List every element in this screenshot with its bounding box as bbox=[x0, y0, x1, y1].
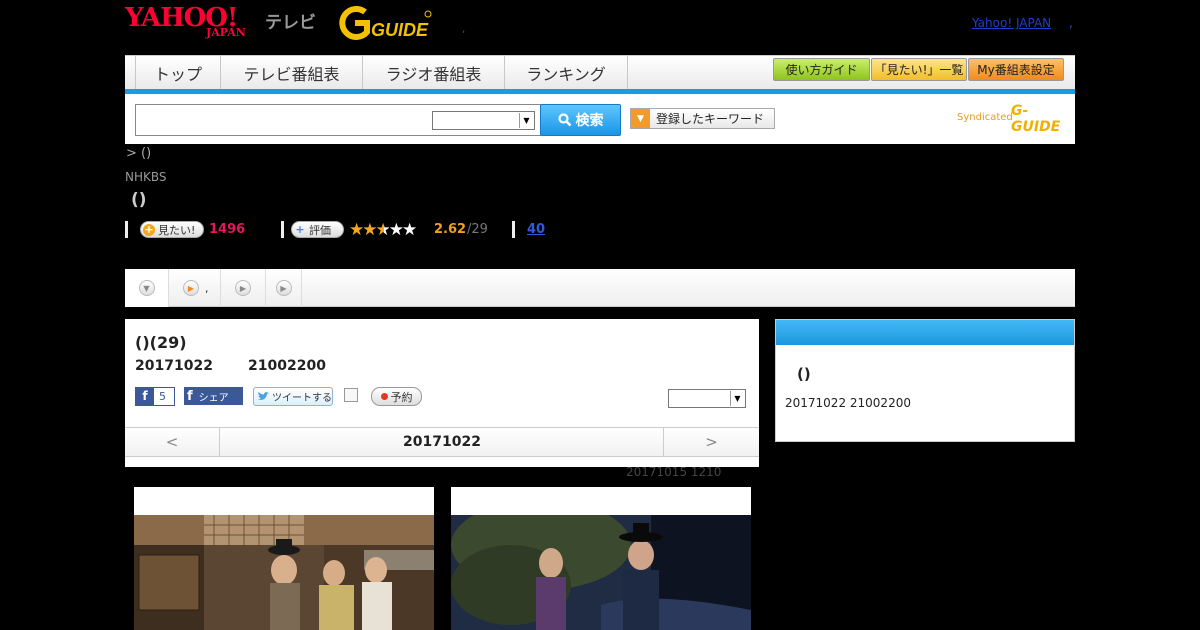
next-date-button[interactable]: > bbox=[663, 428, 759, 456]
episode-title: ()(29) bbox=[135, 333, 187, 352]
mitai-count: 1496 bbox=[209, 222, 246, 237]
search-button-label: 検索 bbox=[575, 113, 604, 129]
star-icon: ★ bbox=[388, 220, 404, 240]
photo-card[interactable] bbox=[134, 487, 434, 630]
yahoo-japan-link[interactable]: Yahoo! JAPAN bbox=[972, 16, 1051, 30]
channel-name: NHKBS bbox=[125, 170, 167, 184]
episode-panel: ()(29) 20171022 21002200 f 5 f シェア ツイートす… bbox=[125, 319, 759, 467]
guide-button[interactable]: 使い方ガイド bbox=[773, 58, 870, 81]
mitai-button[interactable]: + 見たい! bbox=[140, 221, 204, 238]
gguide-logo[interactable]: GUIDE bbox=[335, 5, 433, 42]
twitter-bird-icon bbox=[258, 391, 269, 400]
updated-timestamp: 20171015 1210 bbox=[626, 465, 722, 479]
header-separator: , bbox=[462, 24, 466, 35]
review-count-link[interactable]: 40 bbox=[527, 222, 545, 237]
search-button[interactable]: 検索 bbox=[540, 104, 621, 136]
side-panel-title: () bbox=[797, 365, 811, 383]
tab-3[interactable]: ▶ bbox=[221, 269, 266, 307]
play-icon: ▶ bbox=[183, 280, 199, 296]
facebook-icon: f bbox=[136, 388, 154, 405]
facebook-share-button[interactable]: f シェア bbox=[184, 387, 243, 405]
star-icon: ★ bbox=[362, 220, 377, 240]
syndicated-gguide-logo: G-GUIDE bbox=[1011, 103, 1061, 135]
reserve-button[interactable]: 予約 bbox=[371, 387, 422, 406]
registered-keywords-button[interactable]: ▼ 登録したキーワード bbox=[630, 108, 775, 129]
mitai-list-button[interactable]: 「見たい!」一覧 bbox=[871, 58, 967, 81]
date-navigation: < 20171022 > bbox=[125, 427, 759, 457]
prev-date-button[interactable]: < bbox=[125, 428, 220, 456]
play-icon: ▶ bbox=[275, 280, 292, 296]
breadcrumb: > () bbox=[126, 146, 152, 161]
registered-keywords-label: 登録したキーワード bbox=[656, 112, 765, 126]
program-photo bbox=[451, 515, 751, 630]
tv-label[interactable]: テレビ bbox=[265, 8, 316, 33]
record-dot-icon bbox=[380, 393, 388, 400]
facebook-share-label: シェア bbox=[198, 392, 229, 404]
triangle-down-icon: ▼ bbox=[631, 109, 650, 128]
nav-tab-tv-listings[interactable]: テレビ番組表 bbox=[220, 56, 362, 90]
syndicated-label: Syndicated bbox=[957, 112, 1013, 123]
episode-select[interactable]: ▼ bbox=[668, 389, 746, 408]
calendar-add-icon[interactable] bbox=[344, 388, 358, 402]
chevron-down-icon: ▼ bbox=[138, 280, 155, 296]
facebook-like-button[interactable]: f 5 bbox=[135, 387, 175, 406]
my-listings-button[interactable]: My番組表設定 bbox=[968, 58, 1064, 81]
tab-4[interactable]: ▶ bbox=[266, 269, 302, 307]
side-panel: () 20171022 21002200 bbox=[775, 319, 1075, 442]
chevron-down-icon: ▼ bbox=[730, 391, 744, 406]
search-icon bbox=[557, 113, 571, 127]
search-bar: ▼ 検索 ▼ 登録したキーワード Syndicated G-GUIDE bbox=[125, 94, 1075, 144]
header-trailing-comma: , bbox=[1069, 16, 1073, 30]
divider bbox=[512, 221, 515, 238]
facebook-like-count: 5 bbox=[159, 390, 166, 403]
reserve-label: 予約 bbox=[390, 390, 413, 404]
nav-tab-ranking[interactable]: ランキング bbox=[504, 56, 628, 90]
star-icon: ★ bbox=[402, 220, 417, 240]
star-icon: ★ bbox=[349, 220, 364, 240]
tweet-label: ツイートする bbox=[272, 393, 332, 404]
rating-total: /29 bbox=[467, 222, 488, 237]
side-panel-info: 20171022 21002200 bbox=[785, 396, 911, 410]
program-photo bbox=[134, 515, 434, 630]
tweet-button[interactable]: ツイートする bbox=[253, 387, 333, 406]
tab-2[interactable]: ▶ , bbox=[169, 269, 221, 307]
plus-icon: + bbox=[295, 222, 305, 236]
rating-stars: ★★★★★ bbox=[349, 220, 417, 240]
current-date: 20171022 bbox=[403, 434, 481, 450]
play-icon: ▶ bbox=[235, 280, 251, 296]
yahoo-japan-logo-text: JAPAN bbox=[206, 26, 246, 39]
main-nav: トップ テレビ番組表 ラジオ番組表 ランキング 使い方ガイド 「見たい!」一覧 … bbox=[125, 55, 1075, 90]
plus-icon: + bbox=[143, 222, 155, 236]
search-scope-select[interactable]: ▼ bbox=[432, 111, 535, 130]
divider bbox=[281, 221, 284, 238]
facebook-icon: f bbox=[187, 388, 193, 404]
rate-label: 評価 bbox=[309, 223, 331, 237]
mitai-label: 見たい! bbox=[158, 223, 196, 237]
divider bbox=[125, 221, 128, 238]
program-tabs: ▼ ▶ , ▶ ▶ bbox=[125, 269, 1075, 307]
nav-tab-top[interactable]: トップ bbox=[135, 56, 220, 90]
chevron-down-icon: ▼ bbox=[519, 113, 533, 128]
star-half-icon: ★ bbox=[375, 220, 391, 240]
tab-active[interactable]: ▼ bbox=[125, 269, 169, 307]
episode-date: 20171022 bbox=[135, 358, 213, 374]
nav-tab-radio-listings[interactable]: ラジオ番組表 bbox=[362, 56, 504, 90]
side-panel-header bbox=[776, 320, 1074, 345]
rate-button[interactable]: + 評価 bbox=[291, 221, 344, 238]
rating-value: 2.62 bbox=[434, 222, 467, 237]
photo-card[interactable] bbox=[451, 487, 751, 630]
episode-time: 21002200 bbox=[248, 358, 326, 374]
program-title: () bbox=[131, 190, 147, 210]
tab-2-label: , bbox=[205, 281, 209, 295]
svg-text:GUIDE: GUIDE bbox=[371, 20, 429, 40]
